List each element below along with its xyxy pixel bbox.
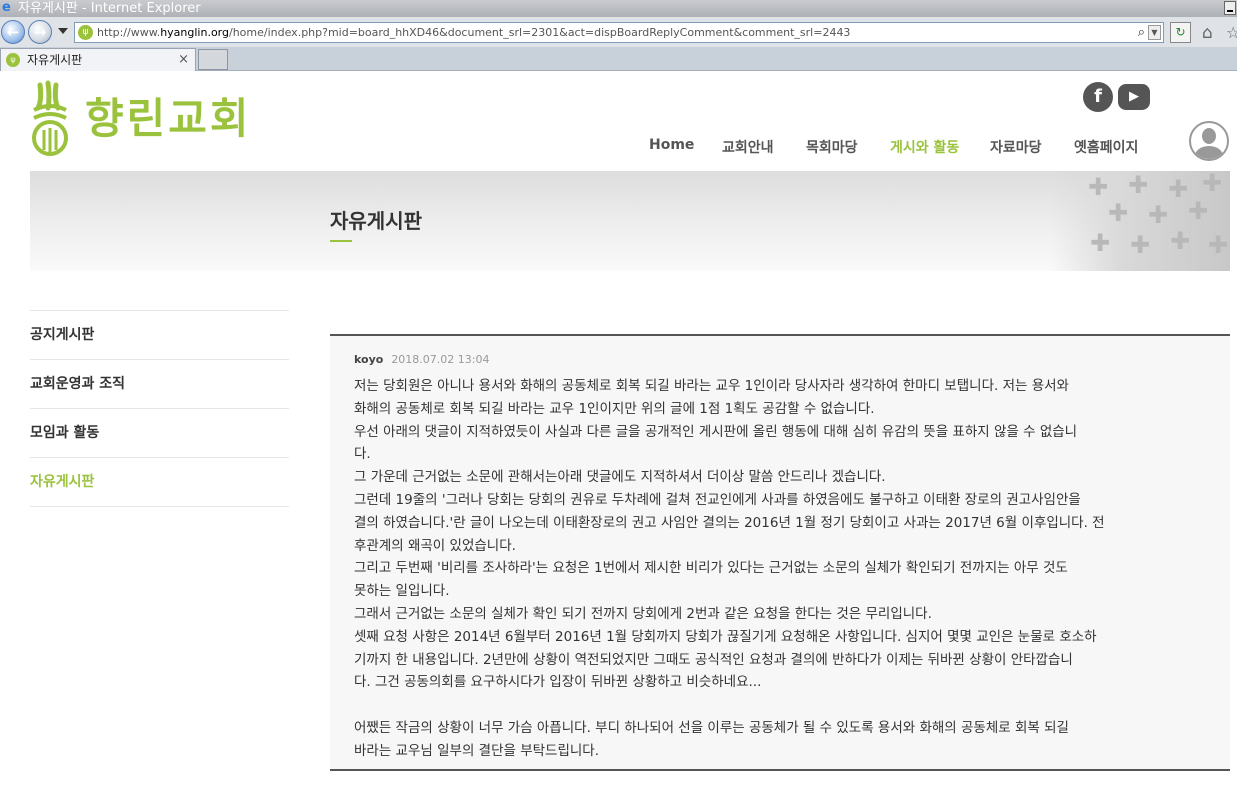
url-text: http://www.hyanglin.org/home/index.php?m… xyxy=(97,26,851,39)
comment-line: 우선 아래의 댓글이 지적하였듯이 사실과 다른 글을 공개적인 게시판에 올린… xyxy=(354,423,1078,440)
address-toolbar: ← → ψ http://www.hyanglin.org/home/index… xyxy=(0,17,1237,47)
address-dropdown-button[interactable]: ▼ xyxy=(1148,25,1161,40)
comment-line: 그리고 두번째 '비리를 조사하라'는 요청은 1번에서 제시한 비리가 있다는… xyxy=(354,560,1068,577)
new-tab-button[interactable] xyxy=(198,49,228,70)
sidebar-divider xyxy=(30,506,289,507)
title-underline xyxy=(330,240,352,242)
back-button[interactable]: ← xyxy=(1,20,25,44)
comment-line: 그래서 근거없는 소문의 실체가 확인 되기 전까지 당회에게 2번과 같은 요… xyxy=(354,605,932,622)
comment-box: koyo 2018.07.02 13:04 저는 당회원은 아니나 용서와 화해의… xyxy=(330,334,1230,771)
site-favicon-icon: ψ xyxy=(78,25,93,40)
comment-line: 기까지 한 내용입니다. 2년만에 상황이 역전되었지만 그때도 공식적인 요청… xyxy=(354,651,1073,668)
minimize-button[interactable] xyxy=(1224,1,1236,15)
page-title: 자유게시판 xyxy=(330,209,422,233)
site-logo[interactable]: 향린교회 xyxy=(30,80,280,160)
tab-favicon-icon: ψ xyxy=(6,53,20,67)
sidebar-item-church-organization[interactable]: 교회운영과 조직 xyxy=(30,359,289,408)
sidebar-item-notice-board[interactable]: 공지게시판 xyxy=(30,310,289,359)
search-icon[interactable]: ⌕ xyxy=(1138,23,1145,42)
comment-line: 다. 그건 공동의회를 요구하시다가 입장이 뒤바뀐 상황하고 비슷하네요... xyxy=(354,674,762,691)
comment-date: 2018.07.02 13:04 xyxy=(391,353,490,366)
home-icon[interactable]: ⌂ xyxy=(1202,23,1213,43)
logo-text: 향린교회 xyxy=(85,94,252,143)
logo-emblem-icon xyxy=(32,80,68,156)
history-dropdown-button[interactable] xyxy=(58,28,68,34)
comment-line: 다. xyxy=(354,446,371,463)
comment-meta: koyo 2018.07.02 13:04 xyxy=(354,353,490,366)
tab-title: 자유게시판 xyxy=(27,53,83,67)
comment-line: 셋째 요청 사항은 2014년 6월부터 2016년 1월 당회까지 당회가 끊… xyxy=(354,628,1097,645)
comment-line: 화해의 공동체로 회복 되길 바라는 교우 1인이지만 위의 글에 1점 1획도… xyxy=(354,400,875,417)
sidebar: 공지게시판 교회운영과 조직 모임과 활동 자유게시판 xyxy=(30,310,289,507)
nav-church-info[interactable]: 교회안내 xyxy=(722,137,774,157)
sidebar-item-free-board[interactable]: 자유게시판 xyxy=(30,457,289,506)
page-banner: 자유게시판 ✚ ✚ ✚ ✚ ✚ ✚ ✚ ✚ ✚ ✚ ✚ xyxy=(30,171,1230,271)
back-arrow-icon: ← xyxy=(6,23,20,41)
tab-bar: ψ 자유게시판 × xyxy=(0,47,1237,71)
comment-line: 결의 하였습니다.'란 글이 나오는데 이태환장로의 권고 사임안 결의는 20… xyxy=(354,514,1105,531)
nav-home[interactable]: Home xyxy=(649,137,694,153)
tab-close-button[interactable]: × xyxy=(178,49,189,71)
refresh-button[interactable]: ↻ xyxy=(1170,22,1191,43)
comment-body: 저는 당회원은 아니나 용서와 화해의 공동체로 회복 되길 바라는 교우 1인… xyxy=(354,375,1209,763)
comment-line: 어쨌든 작금의 상황이 너무 가슴 아픕니다. 부디 하나되어 선을 이루는 공… xyxy=(354,719,1069,736)
comment-author[interactable]: koyo xyxy=(354,353,383,366)
comment-line: 못하는 일입니다. xyxy=(354,583,450,600)
address-bar[interactable]: ψ http://www.hyanglin.org/home/index.php… xyxy=(74,22,1164,43)
forward-arrow-icon: → xyxy=(33,23,47,41)
comment-line: 그런데 19줄의 '그러나 당회는 당회의 권유로 두차례에 걸쳐 전교인에게 … xyxy=(354,491,1081,508)
comment-line: 그 가운데 근거없는 소문에 관해서는아래 댓글에도 지적하셔서 더이상 말씀 … xyxy=(354,469,886,486)
forward-button[interactable]: → xyxy=(28,20,52,44)
nav-board-activities[interactable]: 게시와 활동 xyxy=(890,137,959,157)
nav-ministry[interactable]: 목회마당 xyxy=(806,137,858,157)
user-avatar-icon[interactable] xyxy=(1189,121,1229,161)
crosses-decoration: ✚ ✚ ✚ ✚ ✚ ✚ ✚ ✚ ✚ ✚ ✚ xyxy=(1050,171,1230,271)
comment-line: 후관계의 왜곡이 있었습니다. xyxy=(354,537,516,554)
nav-resources[interactable]: 자료마당 xyxy=(990,137,1042,157)
facebook-icon[interactable]: f xyxy=(1083,82,1113,112)
comment-line xyxy=(354,694,1209,717)
comment-line: 저는 당회원은 아니나 용서와 화해의 공동체로 회복 되길 바라는 교우 1인… xyxy=(354,378,1069,394)
star-icon[interactable]: ☆ xyxy=(1226,23,1237,42)
nav-old-homepage[interactable]: 옛홈페이지 xyxy=(1074,137,1138,157)
ie-logo-icon: e xyxy=(2,0,11,15)
youtube-icon[interactable]: ▶ xyxy=(1118,84,1150,110)
refresh-icon: ↻ xyxy=(1175,25,1186,39)
sidebar-item-groups-activities[interactable]: 모임과 활동 xyxy=(30,408,289,457)
window-title: 자유게시판 - Internet Explorer xyxy=(18,1,201,16)
tab-current[interactable]: ψ 자유게시판 × xyxy=(0,48,196,71)
window-titlebar: e 자유게시판 - Internet Explorer xyxy=(0,0,1237,17)
comment-line: 바라는 교우님 일부의 결단을 부탁드립니다. xyxy=(354,742,600,759)
